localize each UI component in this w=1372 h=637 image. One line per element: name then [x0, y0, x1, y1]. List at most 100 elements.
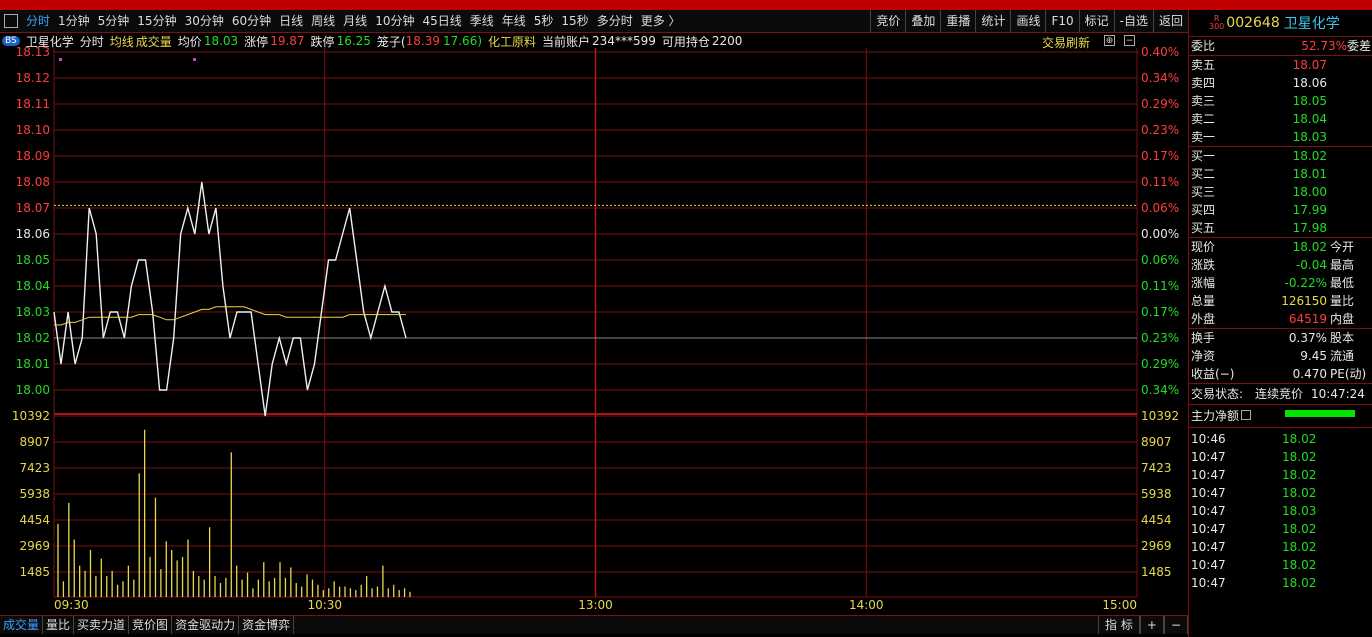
pct-tick-label: 0.23%: [1141, 331, 1179, 345]
period-tab[interactable]: 季线: [466, 10, 498, 32]
period-tab[interactable]: 30分钟: [181, 10, 228, 32]
period-tab[interactable]: 60分钟: [228, 10, 275, 32]
toolbar-button[interactable]: F10: [1045, 10, 1078, 32]
stats2-row[interactable]: 收益(−) 0.470 PE(动): [1189, 365, 1372, 383]
toolbar-button[interactable]: 返回: [1152, 10, 1188, 32]
toolbar-button[interactable]: 画线: [1010, 10, 1045, 32]
pct-tick-label: 0.23%: [1141, 123, 1179, 137]
tick-row[interactable]: 10:47 18.02: [1189, 466, 1372, 484]
row-value: 18.01: [1292, 167, 1327, 181]
sell-row[interactable]: 卖五 18.07: [1189, 56, 1372, 74]
stat-row[interactable]: 总量 126150 量比: [1189, 292, 1372, 310]
sell-row[interactable]: 卖一 18.03: [1189, 128, 1372, 146]
tick-list[interactable]: 10:46 18.02 10:47 18.02 10:47 18.02 10:47 18.02…: [1189, 428, 1372, 592]
stock-name-right[interactable]: 卫星化学: [1284, 13, 1340, 33]
stat-row[interactable]: 涨跌 -0.04 最高: [1189, 256, 1372, 274]
period-tab[interactable]: 15秒: [557, 10, 592, 32]
stat-row[interactable]: 现价 18.02 今开: [1189, 238, 1372, 256]
tick-price: 18.02: [1282, 522, 1317, 536]
indicator-control-button[interactable]: +: [1139, 616, 1164, 634]
indicator-tab[interactable]: 资金博弈: [239, 616, 295, 634]
intraday-chart[interactable]: 18.13 0.40% 18.12 0.34% 18.11 0.29% 18.10 0.23%…: [0, 32, 1188, 615]
tick-row[interactable]: 10:47 18.02: [1189, 574, 1372, 592]
buy-row[interactable]: 买三 18.00: [1189, 183, 1372, 201]
main-flow-chart-icon[interactable]: [1241, 410, 1251, 420]
row-value: 18.03: [1292, 130, 1327, 144]
trade-marker[interactable]: [59, 58, 62, 61]
row-label: 收益(−): [1191, 367, 1235, 381]
indicator-control-button[interactable]: 指 标: [1098, 616, 1140, 634]
toolbar-button[interactable]: 叠加: [905, 10, 940, 32]
sell-row[interactable]: 卖四 18.06: [1189, 74, 1372, 92]
buy-row[interactable]: 买一 18.02: [1189, 147, 1372, 165]
panel-toggle-icon[interactable]: [4, 14, 18, 28]
volume-tick-label: 8907: [19, 435, 50, 449]
tick-price: 18.02: [1282, 576, 1317, 590]
quote-panel: R 300 002648 卫星化学 委比 52.73% 委差 卖五 18.07 卖四 1…: [1188, 10, 1372, 637]
period-tab[interactable]: 10分钟: [371, 10, 418, 32]
period-tab[interactable]: 日线: [275, 10, 307, 32]
sell-row[interactable]: 卖二 18.04: [1189, 110, 1372, 128]
stat-row[interactable]: 外盘 64519 内盘: [1189, 310, 1372, 328]
tick-price: 18.02: [1282, 486, 1317, 500]
period-tab[interactable]: 15分钟: [133, 10, 180, 32]
volume-tick-label: 4454: [19, 513, 50, 527]
time-axis-label: 13:00: [578, 598, 613, 612]
pct-tick-label: 0.17%: [1141, 149, 1179, 163]
row-value: 17.98: [1292, 221, 1327, 235]
sell-row[interactable]: 卖三 18.05: [1189, 92, 1372, 110]
period-tab[interactable]: 更多 〉: [637, 10, 685, 32]
volume-tick-label: 10392: [12, 409, 50, 423]
indicator-tab[interactable]: 资金驱动力: [172, 616, 240, 634]
period-tab[interactable]: 多分时: [593, 10, 637, 32]
indicator-tab[interactable]: 量比: [43, 616, 75, 634]
toolbar-button[interactable]: 竞价: [870, 10, 905, 32]
tick-row[interactable]: 10:46 18.02: [1189, 430, 1372, 448]
volume-tick-label-right: 7423: [1141, 461, 1172, 475]
stats2-row[interactable]: 换手 0.37% 股本: [1189, 329, 1372, 347]
row-label-2: PE(动): [1330, 367, 1367, 381]
average-price-line[interactable]: [54, 306, 406, 326]
price-tick-label: 18.08: [16, 175, 50, 189]
trade-marker[interactable]: [193, 58, 196, 61]
period-tab[interactable]: 年线: [498, 10, 530, 32]
period-tab[interactable]: 周线: [307, 10, 339, 32]
tick-price: 18.02: [1282, 558, 1317, 572]
indicator-control-button[interactable]: −: [1163, 616, 1188, 634]
stats2-row[interactable]: 净资 9.45 流通: [1189, 347, 1372, 365]
tick-row[interactable]: 10:47 18.02: [1189, 520, 1372, 538]
toolbar-button[interactable]: 重播: [940, 10, 975, 32]
row-label: 换手: [1191, 331, 1216, 345]
tick-time: 10:47: [1191, 486, 1226, 500]
period-tab[interactable]: 月线: [339, 10, 371, 32]
period-tab[interactable]: 5分钟: [94, 10, 134, 32]
indicator-tab[interactable]: 竞价图: [129, 616, 173, 634]
indicator-tab[interactable]: 成交量: [0, 616, 44, 634]
toolbar-button[interactable]: 统计: [975, 10, 1010, 32]
period-tab[interactable]: 45日线: [418, 10, 465, 32]
pct-tick-label: 0.11%: [1141, 279, 1179, 293]
price-tick-label: 18.11: [16, 97, 50, 111]
price-line[interactable]: [53, 181, 407, 417]
toolbar-button[interactable]: -自选: [1113, 10, 1153, 32]
period-tab[interactable]: 1分钟: [54, 10, 94, 32]
row-label-2: 量比: [1330, 294, 1355, 308]
toolbar-button[interactable]: 标记: [1078, 10, 1114, 32]
stats-block: 现价 18.02 今开 涨跌 -0.04 最高 涨幅 -0.22% 最低 总量 126150 量比 外盘…: [1189, 238, 1372, 329]
row-label: 卖四: [1191, 76, 1216, 90]
row-value: 18.07: [1292, 58, 1327, 72]
stat-row[interactable]: 涨幅 -0.22% 最低: [1189, 274, 1372, 292]
tick-row[interactable]: 10:47 18.02: [1189, 556, 1372, 574]
buy-row[interactable]: 买二 18.01: [1189, 165, 1372, 183]
buy-row[interactable]: 买五 17.98: [1189, 219, 1372, 237]
period-tab[interactable]: 分时: [22, 10, 54, 32]
tick-row[interactable]: 10:47 18.02: [1189, 484, 1372, 502]
price-tick-label: 18.12: [16, 71, 50, 85]
row-label-2: 最低: [1330, 276, 1355, 290]
indicator-tab[interactable]: 买卖力道: [74, 616, 130, 634]
buy-row[interactable]: 买四 17.99: [1189, 201, 1372, 219]
tick-row[interactable]: 10:47 18.02: [1189, 538, 1372, 556]
tick-row[interactable]: 10:47 18.02: [1189, 448, 1372, 466]
period-tab[interactable]: 5秒: [530, 10, 558, 32]
tick-row[interactable]: 10:47 18.03: [1189, 502, 1372, 520]
